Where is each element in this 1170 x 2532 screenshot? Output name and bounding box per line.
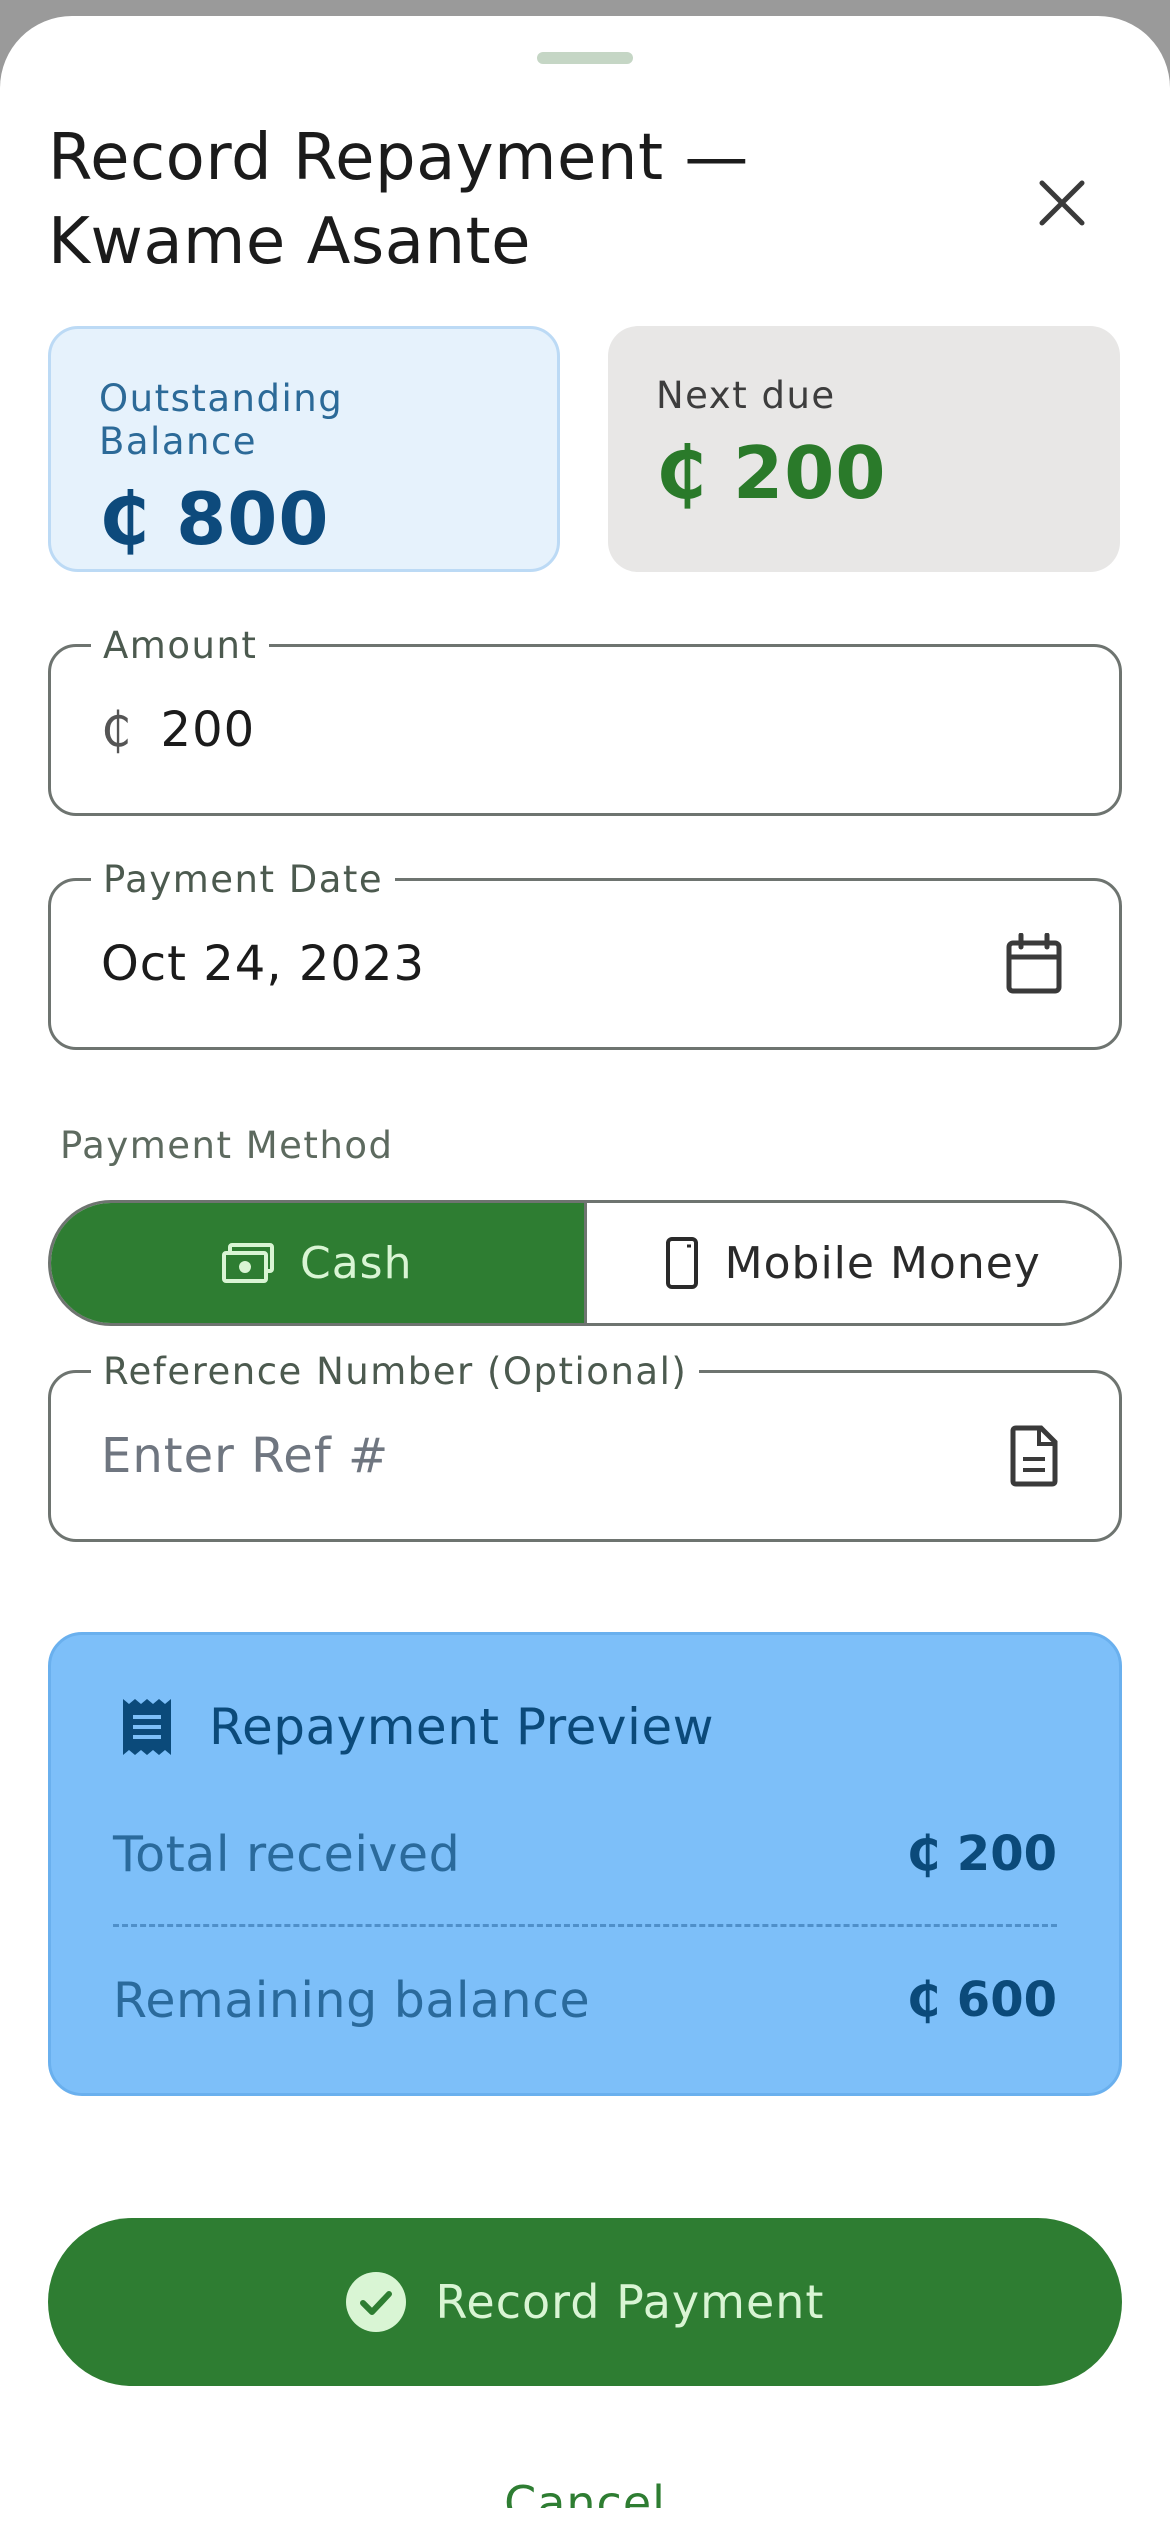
- remaining-balance-label: Remaining balance: [113, 1971, 591, 2029]
- record-payment-label: Record Payment: [435, 2275, 825, 2329]
- next-due-card: Next due ₵ 200: [608, 326, 1120, 572]
- record-payment-button[interactable]: Record Payment: [48, 2218, 1122, 2386]
- receipt-icon: [123, 1699, 171, 1755]
- payment-method-toggle: Cash Mobile Money: [48, 1200, 1122, 1326]
- mobile-phone-icon: [665, 1237, 698, 1289]
- method-option-mobile-money[interactable]: Mobile Money: [583, 1203, 1119, 1323]
- preview-divider: [113, 1924, 1057, 1927]
- payment-date-value: Oct 24, 2023: [101, 936, 425, 992]
- close-button[interactable]: [1020, 161, 1104, 245]
- payment-method-label: Payment Method: [60, 1124, 394, 1167]
- remaining-balance-value: ₵ 600: [906, 1972, 1057, 2028]
- currency-symbol: ₵: [101, 702, 133, 758]
- reference-number-field[interactable]: Reference Number (Optional): [48, 1347, 1122, 1542]
- repayment-preview-card: Repayment Preview Total received ₵ 200 R…: [48, 1632, 1122, 2096]
- calendar-icon: [1006, 933, 1062, 994]
- reference-number-input[interactable]: [101, 1373, 1001, 1539]
- next-due-label: Next due: [656, 374, 836, 417]
- outstanding-balance-card: Outstanding Balance ₵ 800: [48, 326, 560, 572]
- document-icon: [1010, 1425, 1058, 1487]
- bottom-sheet: Record Repayment — Kwame Asante Outstand…: [0, 16, 1170, 2532]
- next-due-value: ₵ 200: [656, 431, 887, 515]
- total-received-value: ₵ 200: [906, 1826, 1057, 1882]
- outstanding-balance-value: ₵ 800: [99, 477, 330, 561]
- method-mobile-money-label: Mobile Money: [724, 1237, 1041, 1289]
- total-received-row: Total received ₵ 200: [113, 1819, 1057, 1889]
- method-option-cash[interactable]: Cash: [51, 1203, 584, 1323]
- preview-title: Repayment Preview: [209, 1698, 715, 1756]
- cash-icon: [222, 1243, 274, 1283]
- payment-date-field[interactable]: Payment Date Oct 24, 2023: [48, 855, 1122, 1050]
- amount-field[interactable]: Amount ₵ 200: [48, 621, 1122, 816]
- method-cash-label: Cash: [300, 1237, 413, 1289]
- amount-value: 200: [160, 702, 256, 758]
- document-icon-wrap: [999, 1421, 1069, 1491]
- calendar-button[interactable]: [999, 929, 1069, 999]
- amount-value-wrap: ₵ 200: [101, 647, 255, 813]
- check-circle-icon: [345, 2272, 406, 2332]
- drag-handle[interactable]: [537, 52, 633, 64]
- close-icon: [1039, 180, 1085, 226]
- preview-header: Repayment Preview: [119, 1697, 714, 1757]
- cancel-button[interactable]: Cancel: [0, 2468, 1170, 2508]
- sheet-title: Record Repayment — Kwame Asante: [48, 121, 749, 279]
- total-received-label: Total received: [113, 1825, 461, 1883]
- outstanding-balance-label: Outstanding Balance: [99, 377, 344, 463]
- remaining-balance-row: Remaining balance ₵ 600: [113, 1965, 1057, 2035]
